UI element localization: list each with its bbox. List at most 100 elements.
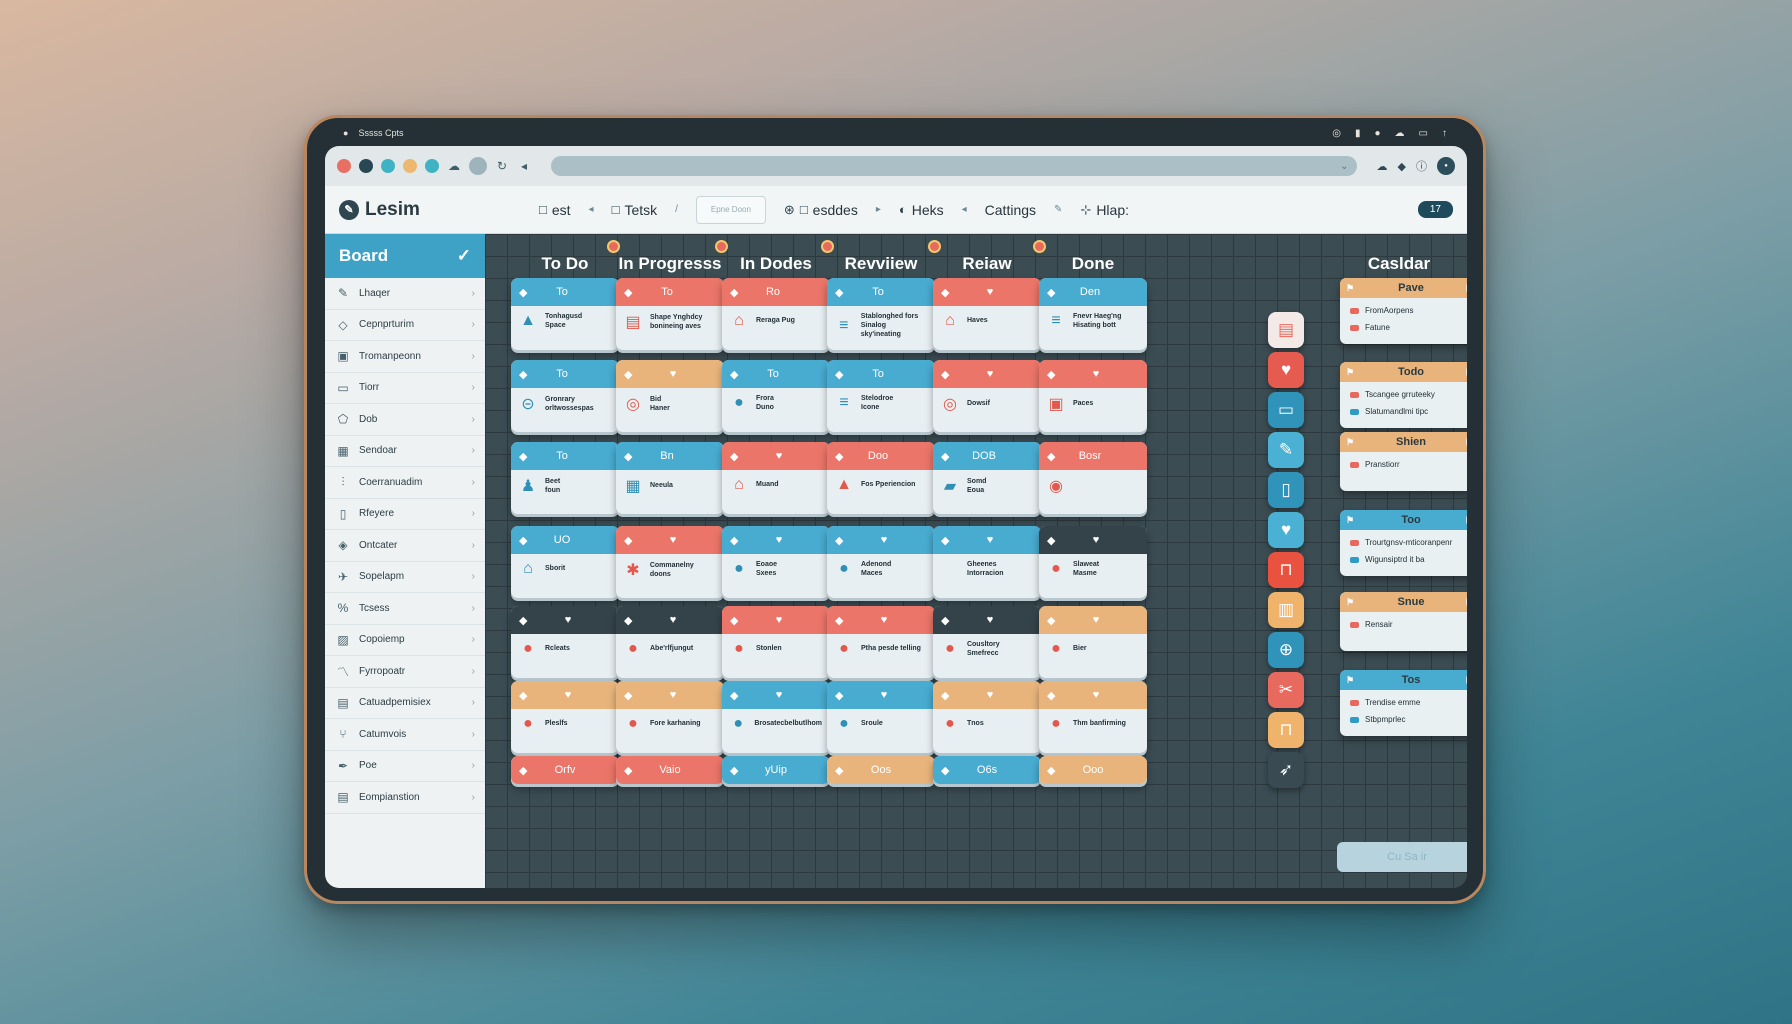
- close-icon[interactable]: [1466, 675, 1467, 685]
- avatar[interactable]: ●: [1437, 157, 1455, 175]
- shield-icon[interactable]: ◆: [1398, 160, 1406, 173]
- yellow-dot[interactable]: [403, 159, 417, 173]
- cut-icon[interactable]: ✂: [1268, 672, 1304, 708]
- task-card[interactable]: ◆ ♥ ● Fore karhaning: [616, 681, 724, 753]
- task-card[interactable]: ◆ To ▲ Tonhagusd Space: [511, 278, 619, 350]
- menu-item-cattings[interactable]: Cattings: [985, 202, 1036, 218]
- close-icon[interactable]: [1466, 597, 1467, 607]
- task-card[interactable]: ◆ To ▤ Shape Ynghdcy bonineing aves: [616, 278, 724, 350]
- task-card[interactable]: ◆ ♥ ● Bier: [1039, 606, 1147, 678]
- task-card[interactable]: ◆ ♥ ◎ Dowsif: [933, 360, 1041, 432]
- task-card[interactable]: ◆ ♥ ● Rcleats: [511, 606, 619, 678]
- task-card[interactable]: ◆ Doo ▲ Fos Pperiencion: [827, 442, 935, 514]
- sidebar-item[interactable]: ◈ Ontcater ›: [325, 530, 485, 562]
- search-input[interactable]: Epne Doon: [695, 195, 766, 224]
- calendar-footer[interactable]: Cu Sa ir: [1337, 842, 1467, 872]
- task-card[interactable]: ◆ ♥ ● Eoaoe Sxees: [722, 526, 830, 598]
- info-icon[interactable]: ⓘ: [1416, 158, 1427, 174]
- sidebar-item[interactable]: ⬠ Dob ›: [325, 404, 485, 436]
- dark-dot[interactable]: [359, 159, 373, 173]
- window-icon[interactable]: ▭: [1268, 392, 1304, 428]
- calendar-card[interactable]: ⚑ Too Trourtgnsv-mticoranpenr Wigunsiptrd…: [1340, 510, 1467, 576]
- menu-item-tetsk[interactable]: □ Tetsk: [612, 202, 658, 218]
- sidebar-item[interactable]: ◇ Cepnprturim ›: [325, 310, 485, 341]
- task-card[interactable]: ◆ Den ≡ Fnevr Haeg'ng Hisating bott: [1039, 278, 1147, 350]
- bars-icon[interactable]: ▥: [1268, 592, 1304, 628]
- task-card[interactable]: ◆ ♥ ● Ptha pesde telling: [827, 606, 935, 678]
- task-card[interactable]: ◆ ♥ ● Stonlen: [722, 606, 830, 678]
- sidebar-item[interactable]: ▯ Rfeyere ›: [325, 499, 485, 530]
- close-icon[interactable]: [1466, 283, 1467, 293]
- sidebar-item[interactable]: ✎ Lhaqer ›: [325, 278, 485, 310]
- task-card[interactable]: ◆ O6s: [933, 756, 1041, 784]
- task-card[interactable]: ◆ ♥ Gheenes Intorracion: [933, 526, 1041, 598]
- task-card[interactable]: ◆ DOB ▰ Somd Eoua: [933, 442, 1041, 514]
- close-icon[interactable]: [1466, 515, 1467, 525]
- cloud-nav-icon[interactable]: ☁: [447, 159, 461, 173]
- heart-icon[interactable]: ♥: [1268, 512, 1304, 548]
- calendar-card[interactable]: ⚑ Pave FromAorpens Fatune: [1340, 278, 1467, 344]
- menu-item-esddes[interactable]: ⊛ □ esddes: [784, 202, 858, 218]
- task-card[interactable]: ◆ ♥ ● Pleslfs: [511, 681, 619, 753]
- sidebar-item[interactable]: ▤ Catuadpemisiex ›: [325, 688, 485, 719]
- sidebar-item[interactable]: 〽 Fyrropoatr ›: [325, 656, 485, 688]
- app-logo[interactable]: ✎ Lesim: [339, 199, 539, 221]
- task-card[interactable]: ◆ ♥ ⌂ Muand: [722, 442, 830, 514]
- back-icon[interactable]: ◂: [517, 159, 531, 173]
- task-card[interactable]: ◆ ♥ ✱ Commanelny doons: [616, 526, 724, 598]
- task-card[interactable]: ◆ yUip: [722, 756, 830, 784]
- sidebar-item[interactable]: ▤ Eompianstion ›: [325, 782, 485, 814]
- profile-dot[interactable]: [469, 157, 487, 175]
- task-card[interactable]: ◆ ♥ ● Sroule: [827, 681, 935, 753]
- menu-item-heks[interactable]: ◐ Heks: [899, 202, 944, 218]
- close-icon[interactable]: [1466, 367, 1467, 377]
- share-icon[interactable]: ☁: [1377, 160, 1388, 173]
- sidebar-item[interactable]: ⑂ Catumvois ›: [325, 719, 485, 751]
- note-icon[interactable]: ▤: [1268, 312, 1304, 348]
- calendar-card[interactable]: ⚑ Snue Rensair: [1340, 592, 1467, 651]
- edit-icon[interactable]: ✎: [1268, 432, 1304, 468]
- task-card[interactable]: ◆ ♥ ● Brosatecbelbutlhom: [722, 681, 830, 753]
- teal-dot-2[interactable]: [425, 159, 439, 173]
- sidebar-item[interactable]: ▨ Copoiemp ›: [325, 625, 485, 656]
- close-dot[interactable]: [337, 159, 351, 173]
- task-card[interactable]: ◆ Orfv: [511, 756, 619, 784]
- task-card[interactable]: ◆ ♥ ● Cousltory Smefrecc: [933, 606, 1041, 678]
- task-card[interactable]: ◆ To ⊝ Gronrary orltwossespas: [511, 360, 619, 432]
- task-card[interactable]: ◆ ♥ ⌂ Haves: [933, 278, 1041, 350]
- task-card[interactable]: ◆ ♥ ● Thm banfirming: [1039, 681, 1147, 753]
- sidebar-item[interactable]: ▣ Tromanpeonn ›: [325, 341, 485, 373]
- calendar-card[interactable]: ⚑ Shien Pranstiorr: [1340, 432, 1467, 491]
- task-card[interactable]: ◆ Ro ⌂ Reraga Pug: [722, 278, 830, 350]
- bag-icon[interactable]: ⊓: [1268, 552, 1304, 588]
- sidebar-header[interactable]: Board ✓: [325, 234, 485, 278]
- menu-item-hlap[interactable]: ⊹ Hlap:: [1080, 202, 1129, 218]
- calendar-card[interactable]: ⚑ Tos Trendise emme Stbpmprlec: [1340, 670, 1467, 736]
- task-card[interactable]: ◆ Ooo: [1039, 756, 1147, 784]
- sidebar-item[interactable]: ✈ Sopelapm ›: [325, 562, 485, 593]
- sidebar-item[interactable]: % Tcsess ›: [325, 593, 485, 625]
- refresh-icon[interactable]: ↻: [495, 159, 509, 173]
- sidebar-item[interactable]: ▭ Tiorr ›: [325, 373, 485, 404]
- network-icon[interactable]: ⊕: [1268, 632, 1304, 668]
- book-icon[interactable]: ▯: [1268, 472, 1304, 508]
- dropdown-icon[interactable]: ⌄: [1340, 161, 1348, 172]
- task-card[interactable]: ◆ ♥ ● Tnos: [933, 681, 1041, 753]
- sidebar-item[interactable]: ✒ Poe ›: [325, 751, 485, 782]
- task-card[interactable]: ◆ ♥ ◎ Bid Haner: [616, 360, 724, 432]
- task-card[interactable]: ◆ Vaio: [616, 756, 724, 784]
- sidebar-item[interactable]: ⫶ Coerranuadim ›: [325, 467, 485, 499]
- task-card[interactable]: ◆ To ≡ Stelodroe Icone: [827, 360, 935, 432]
- sidebar-item[interactable]: ▦ Sendoar ›: [325, 436, 485, 467]
- calendar-card[interactable]: ⚑ Todo Tscangee grruteeky Slatumandlmi ti…: [1340, 362, 1467, 428]
- heart-check-icon[interactable]: ♥: [1268, 352, 1304, 388]
- task-card[interactable]: ◆ Oos: [827, 756, 935, 784]
- close-icon[interactable]: [1466, 437, 1467, 447]
- frame-icon[interactable]: ⊓: [1268, 712, 1304, 748]
- task-card[interactable]: ◆ ♥ ● Abe'rlfjungut: [616, 606, 724, 678]
- menu-item-est[interactable]: □ est: [539, 202, 571, 218]
- task-card[interactable]: ◆ UO ⌂ Sborit: [511, 526, 619, 598]
- header-badge[interactable]: 17: [1417, 201, 1453, 218]
- task-card[interactable]: ◆ ♥ ● Slaweat Masme: [1039, 526, 1147, 598]
- bird-icon[interactable]: ➶: [1268, 752, 1304, 788]
